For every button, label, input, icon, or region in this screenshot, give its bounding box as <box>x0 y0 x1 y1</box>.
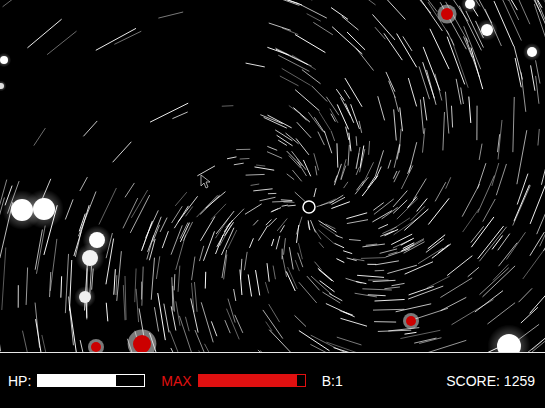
player-ship[interactable] <box>303 201 315 213</box>
red-enemy-orb <box>88 339 104 352</box>
enemy-orb <box>76 244 105 273</box>
hud: HP: MAX B:1 SCORE: 1259 <box>0 352 545 408</box>
game-screen: HP: MAX B:1 SCORE: 1259 <box>0 0 545 408</box>
enemy-orb <box>487 324 530 352</box>
enemy-orb <box>24 189 64 229</box>
enemy-orb <box>461 0 479 13</box>
enemy-orb <box>0 81 6 92</box>
playfield[interactable] <box>0 0 545 352</box>
hp-fill <box>38 375 115 386</box>
playfield-drawing <box>0 0 545 352</box>
enemy-orb <box>476 19 498 41</box>
score: SCORE: 1259 <box>446 373 535 389</box>
red-enemy-orb <box>403 313 419 329</box>
bomb-count: B:1 <box>322 373 343 389</box>
hp-bar <box>37 374 145 387</box>
enemy-orb <box>0 53 11 67</box>
max-label: MAX <box>161 373 191 389</box>
max-fill <box>199 375 298 386</box>
enemy-orb <box>74 286 96 308</box>
red-enemy-orb <box>128 330 157 352</box>
red-enemy-orb <box>437 4 456 23</box>
vortex-particles <box>0 0 545 352</box>
enemy-orb <box>523 43 541 61</box>
max-bar <box>198 374 306 387</box>
hp-label: HP: <box>8 373 31 389</box>
cursor-icon <box>201 175 210 188</box>
